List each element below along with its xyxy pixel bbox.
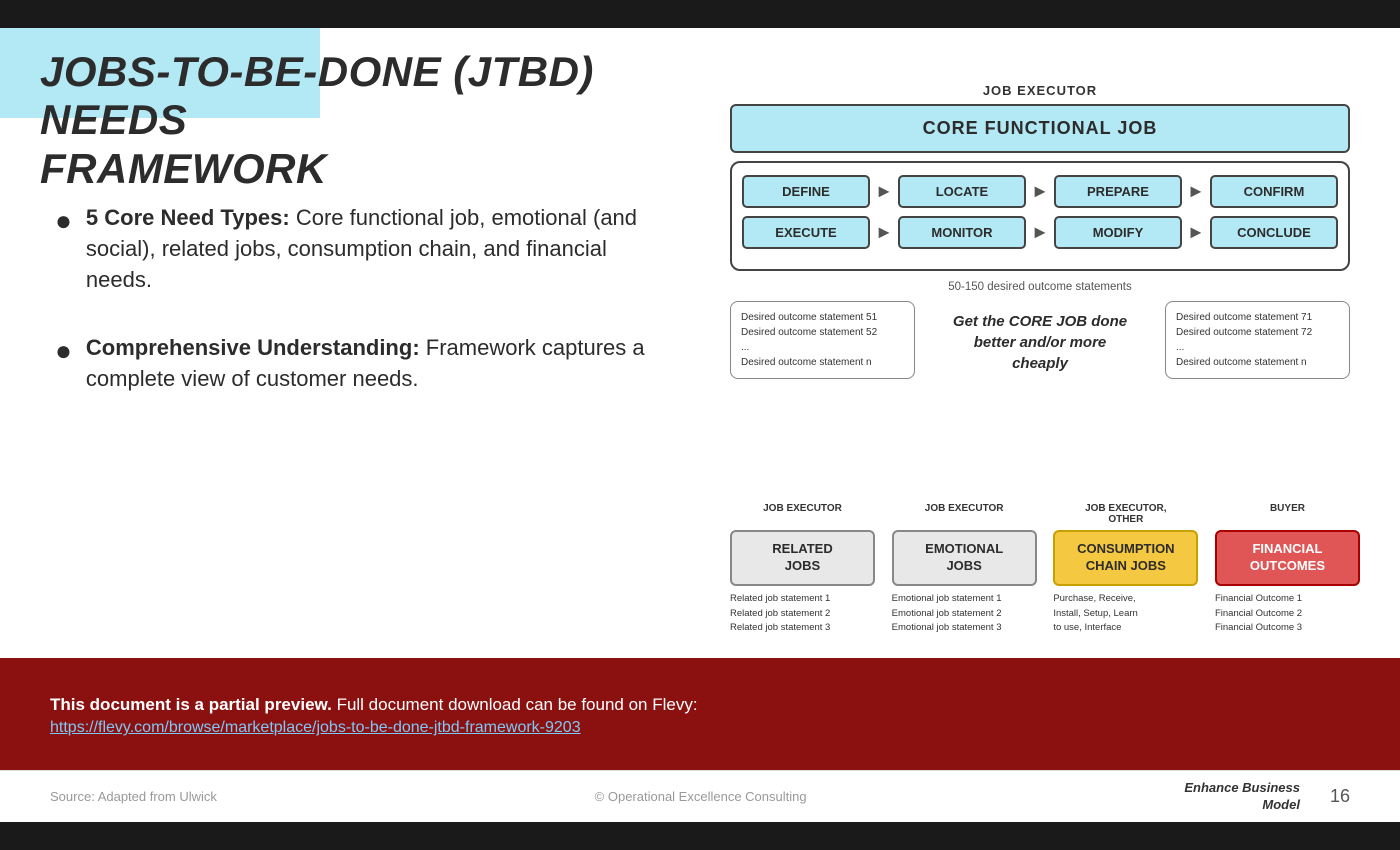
financial-stmt-1: Financial Outcome 1 [1215,592,1360,607]
arrow-5: ► [1031,222,1049,243]
related-statements: Related job statement 1 Related job stat… [730,592,875,636]
right-outcome-line-2: Desired outcome statement 72 [1176,325,1339,340]
left-outcome-box: Desired outcome statement 51 Desired out… [730,301,915,379]
slide-title: JOBS-TO-BE-DONE (JTBD) NEEDS FRAMEWORK [40,48,680,193]
consumption-statements: Purchase, Receive, Install, Setup, Learn… [1053,592,1198,636]
bullet-item-2: ● Comprehensive Understanding: Framework… [55,333,665,395]
bullet-content-1: 5 Core Need Types: Core functional job, … [86,203,665,295]
footer-enhance: Enhance Business Model [1184,780,1300,814]
footer-copyright: © Operational Excellence Consulting [595,789,807,804]
right-outcome-line-1: Desired outcome statement 71 [1176,310,1339,325]
arrow-6: ► [1187,222,1205,243]
col-label-4: BUYER [1215,503,1360,525]
bullet-content-2: Comprehensive Understanding: Framework c… [86,333,665,395]
financial-stmt-2: Financial Outcome 2 [1215,607,1360,622]
bottom-col-labels: JOB EXECUTOR JOB EXECUTOR JOB EXECUTOR, … [730,503,1360,525]
preview-banner: This document is a partial preview. Full… [0,658,1400,770]
bullet-bold-2: Comprehensive Understanding: [86,335,420,360]
consumption-stmt-1: Purchase, Receive, [1053,592,1198,607]
step-monitor: MONITOR [898,216,1026,249]
preview-text: This document is a partial preview. Full… [50,691,1350,720]
job-executor-label: JOB EXECUTOR [730,83,1350,98]
bottom-statements-row: Related job statement 1 Related job stat… [730,592,1360,636]
bullet-dot-1: ● [55,205,72,237]
step-modify: MODIFY [1054,216,1182,249]
col-label-1: JOB EXECUTOR [730,503,875,525]
related-stmt-1: Related job statement 1 [730,592,875,607]
financial-stmt-3: Financial Outcome 3 [1215,621,1360,636]
related-stmt-2: Related job statement 2 [730,607,875,622]
bullet-bold-1: 5 Core Need Types: [86,205,290,230]
box-consumption-chain: CONSUMPTION CHAIN JOBS [1053,530,1198,586]
box-emotional-jobs: EMOTIONAL JOBS [892,530,1037,586]
arrow-1: ► [875,181,893,202]
bullet-item-1: ● 5 Core Need Types: Core functional job… [55,203,665,295]
related-stmt-3: Related job statement 3 [730,621,875,636]
left-outcome-line-1: Desired outcome statement 51 [741,310,904,325]
bullets-section: ● 5 Core Need Types: Core functional job… [55,203,665,433]
consumption-stmt-2: Install, Setup, Learn [1053,607,1198,622]
top-bar [0,0,1400,28]
title-block: JOBS-TO-BE-DONE (JTBD) NEEDS FRAMEWORK [40,48,680,193]
footer-source: Source: Adapted from Ulwick [50,789,217,804]
preview-normal: Full document download can be found on F… [332,695,698,714]
outcome-row: Desired outcome statement 51 Desired out… [730,301,1350,379]
arrow-4: ► [875,222,893,243]
step-define: DEFINE [742,175,870,208]
step-prepare: PREPARE [1054,175,1182,208]
box-financial-outcomes: FINANCIAL OUTCOMES [1215,530,1360,586]
right-outcome-line-3: ... [1176,340,1339,355]
emotional-stmt-1: Emotional job statement 1 [892,592,1037,607]
bottom-bar [0,822,1400,850]
emotional-statements: Emotional job statement 1 Emotional job … [892,592,1037,636]
bottom-boxes-section: JOB EXECUTOR JOB EXECUTOR JOB EXECUTOR, … [730,503,1360,636]
preview-bold: This document is a partial preview. [50,695,332,714]
step-conclude: CONCLUDE [1210,216,1338,249]
steps-outer: DEFINE ► LOCATE ► PREPARE ► CONFIRM EXEC… [730,161,1350,271]
step-execute: EXECUTE [742,216,870,249]
left-outcome-line-2: Desired outcome statement 52 [741,325,904,340]
footer: Source: Adapted from Ulwick © Operationa… [0,770,1400,822]
core-job-box: CORE FUNCTIONAL JOB [730,104,1350,153]
step-confirm: CONFIRM [1210,175,1338,208]
outcome-statements-label: 50-150 desired outcome statements [730,281,1350,293]
arrow-3: ► [1187,181,1205,202]
preview-link[interactable]: https://flevy.com/browse/marketplace/job… [50,719,1350,737]
emotional-stmt-2: Emotional job statement 2 [892,607,1037,622]
slide: JOBS-TO-BE-DONE (JTBD) NEEDS FRAMEWORK ●… [0,28,1400,822]
arrow-2: ► [1031,181,1049,202]
left-outcome-line-4: Desired outcome statement n [741,355,904,370]
steps-row-2: EXECUTE ► MONITOR ► MODIFY ► CONCLUDE [742,216,1338,249]
col-label-2: JOB EXECUTOR [892,503,1037,525]
col-label-3: JOB EXECUTOR, OTHER [1053,503,1198,525]
bullet-dot-2: ● [55,335,72,367]
footer-page-number: 16 [1330,786,1350,807]
core-job-middle-text: Get the CORE JOB done better and/or more… [950,301,1130,374]
emotional-stmt-3: Emotional job statement 3 [892,621,1037,636]
consumption-stmt-3: to use, Interface [1053,621,1198,636]
left-outcome-line-3: ... [741,340,904,355]
financial-statements: Financial Outcome 1 Financial Outcome 2 … [1215,592,1360,636]
bottom-boxes-row: RELATED JOBS EMOTIONAL JOBS CONSUMPTION … [730,530,1360,586]
step-locate: LOCATE [898,175,1026,208]
box-related-jobs: RELATED JOBS [730,530,875,586]
right-outcome-box: Desired outcome statement 71 Desired out… [1165,301,1350,379]
right-outcome-line-4: Desired outcome statement n [1176,355,1339,370]
steps-row-1: DEFINE ► LOCATE ► PREPARE ► CONFIRM [742,175,1338,208]
